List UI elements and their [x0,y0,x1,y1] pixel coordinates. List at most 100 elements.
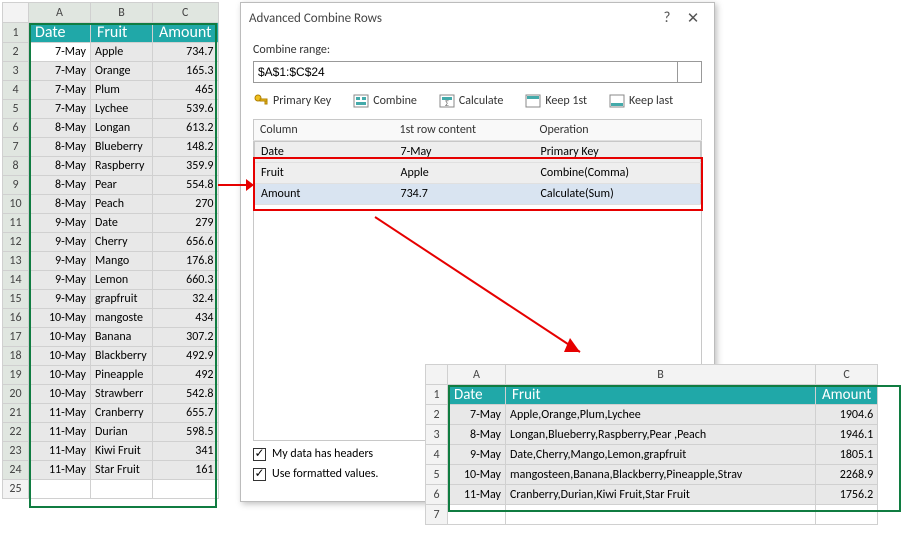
cell-fruit[interactable]: Longan [91,119,153,138]
grid-row[interactable]: FruitAppleCombine(Comma) [255,163,701,184]
row-header-1[interactable]: 1 [426,385,448,405]
header-amount[interactable]: Amount [153,23,219,43]
cell-fruit[interactable]: Pear [91,176,153,195]
col-header-b[interactable]: B [506,365,816,385]
col-header-a[interactable]: A [448,365,506,385]
row-header[interactable]: 3 [426,425,448,445]
cell-date[interactable]: 11-May [448,485,506,505]
cell-amount[interactable]: 434 [153,309,219,328]
cell-date[interactable]: 10-May [29,309,91,328]
cell-amount[interactable]: 32.4 [153,290,219,309]
cell-fruit[interactable]: mangoste [91,309,153,328]
corner-cell[interactable] [426,365,448,385]
col-header-b[interactable]: B [91,3,153,23]
cell-date[interactable]: 8-May [29,119,91,138]
cell-amount[interactable]: 539.6 [153,100,219,119]
cell-amount[interactable]: 613.2 [153,119,219,138]
primary-key-button[interactable]: Primary Key [253,93,331,109]
col-header-c[interactable]: C [153,3,219,23]
row-header[interactable]: 18 [3,347,29,366]
col-header-a[interactable]: A [29,3,91,23]
cell-fruit[interactable]: Blueberry [91,138,153,157]
cell-fruit[interactable]: Lemon [91,271,153,290]
row-header[interactable]: 4 [426,445,448,465]
row-header[interactable]: 17 [3,328,29,347]
cell-fruit[interactable]: grapfruit [91,290,153,309]
close-button[interactable]: ✕ [680,9,706,28]
cell-date[interactable]: 9-May [29,271,91,290]
row-header[interactable]: 23 [3,442,29,461]
cell-amount[interactable]: 734.7 [153,43,219,62]
cell-amount[interactable]: 148.2 [153,138,219,157]
range-picker-button[interactable] [678,61,702,83]
cell-fruit[interactable]: Longan,Blueberry,Raspberry,Pear ,Peach [506,425,816,445]
col-header-c[interactable]: C [816,365,878,385]
cell-amount[interactable]: 341 [153,442,219,461]
cell-date[interactable]: 7-May [448,405,506,425]
cell-date[interactable]: 8-May [29,195,91,214]
row-header[interactable]: 5 [3,100,29,119]
row-header[interactable]: 10 [3,195,29,214]
cell-fruit[interactable]: Orange [91,62,153,81]
header-amount[interactable]: Amount [816,385,878,405]
row-header-last[interactable]: 7 [426,505,448,525]
row-header[interactable]: 12 [3,233,29,252]
cell-amount[interactable]: 660.3 [153,271,219,290]
cell-amount[interactable]: 1904.6 [816,405,878,425]
cell-date[interactable]: 7-May [29,43,91,62]
grid-row[interactable]: Amount734.7Calculate(Sum) [255,184,701,205]
row-header[interactable]: 7 [3,138,29,157]
cell-fruit[interactable]: mangosteen,Banana,Blackberry,Pineapple,S… [506,465,816,485]
cell-date[interactable]: 8-May [29,138,91,157]
row-header-1[interactable]: 1 [3,23,29,43]
row-header[interactable]: 13 [3,252,29,271]
cell-amount[interactable]: 279 [153,214,219,233]
cell-date[interactable]: 10-May [29,328,91,347]
columns-grid[interactable]: Date7-MayPrimary KeyFruitAppleCombine(Co… [254,141,701,205]
cell-date[interactable]: 8-May [29,157,91,176]
header-date[interactable]: Date [448,385,506,405]
cell-date[interactable]: 10-May [29,366,91,385]
cell-amount[interactable]: 656.6 [153,233,219,252]
cell-date[interactable]: 11-May [29,442,91,461]
cell-date[interactable]: 11-May [29,461,91,480]
cell-amount[interactable]: 1756.2 [816,485,878,505]
cell-amount[interactable]: 176.8 [153,252,219,271]
cell-amount[interactable]: 465 [153,81,219,100]
cell-fruit[interactable]: Durian [91,423,153,442]
corner-cell[interactable] [3,3,29,23]
cell-fruit[interactable]: Cherry [91,233,153,252]
grid-header-op[interactable]: Operation [534,120,702,141]
cell-fruit[interactable]: Cranberry,Durian,Kiwi Fruit,Star Fruit [506,485,816,505]
cell-date[interactable]: 9-May [29,290,91,309]
cell-date[interactable]: 9-May [29,214,91,233]
cell-fruit[interactable]: Blackberry [91,347,153,366]
cell-amount[interactable]: 165.3 [153,62,219,81]
keep-first-button[interactable]: Keep 1st [525,93,587,109]
cell-fruit[interactable]: Peach [91,195,153,214]
grid-row[interactable]: Date7-MayPrimary Key [255,142,701,163]
cell-date[interactable]: 9-May [29,233,91,252]
cell-fruit[interactable]: Apple,Orange,Plum,Lychee [506,405,816,425]
row-header[interactable]: 6 [3,119,29,138]
cell-amount[interactable]: 1805.1 [816,445,878,465]
row-header[interactable]: 2 [426,405,448,425]
cell-fruit[interactable]: Pineapple [91,366,153,385]
cell-amount[interactable]: 492.9 [153,347,219,366]
cell-date[interactable]: 7-May [29,81,91,100]
cell-date[interactable]: 8-May [448,425,506,445]
keep-last-button[interactable]: Keep last [609,93,673,109]
cell-fruit[interactable]: Raspberry [91,157,153,176]
cell-date[interactable]: 7-May [29,62,91,81]
cell-fruit[interactable]: Apple [91,43,153,62]
cell-date[interactable]: 7-May [29,100,91,119]
row-header[interactable]: 11 [3,214,29,233]
cell-fruit[interactable]: Date [91,214,153,233]
source-spreadsheet[interactable]: A B C 1 Date Fruit Amount 27-MayApple734… [2,2,219,499]
cell-amount[interactable]: 492 [153,366,219,385]
cell-fruit[interactable]: Date,Cherry,Mango,Lemon,grapfruit [506,445,816,465]
cell-date[interactable]: 9-May [29,252,91,271]
cell-amount[interactable]: 554.8 [153,176,219,195]
row-header[interactable]: 5 [426,465,448,485]
formatted-checkbox[interactable]: ✓ [253,468,266,481]
